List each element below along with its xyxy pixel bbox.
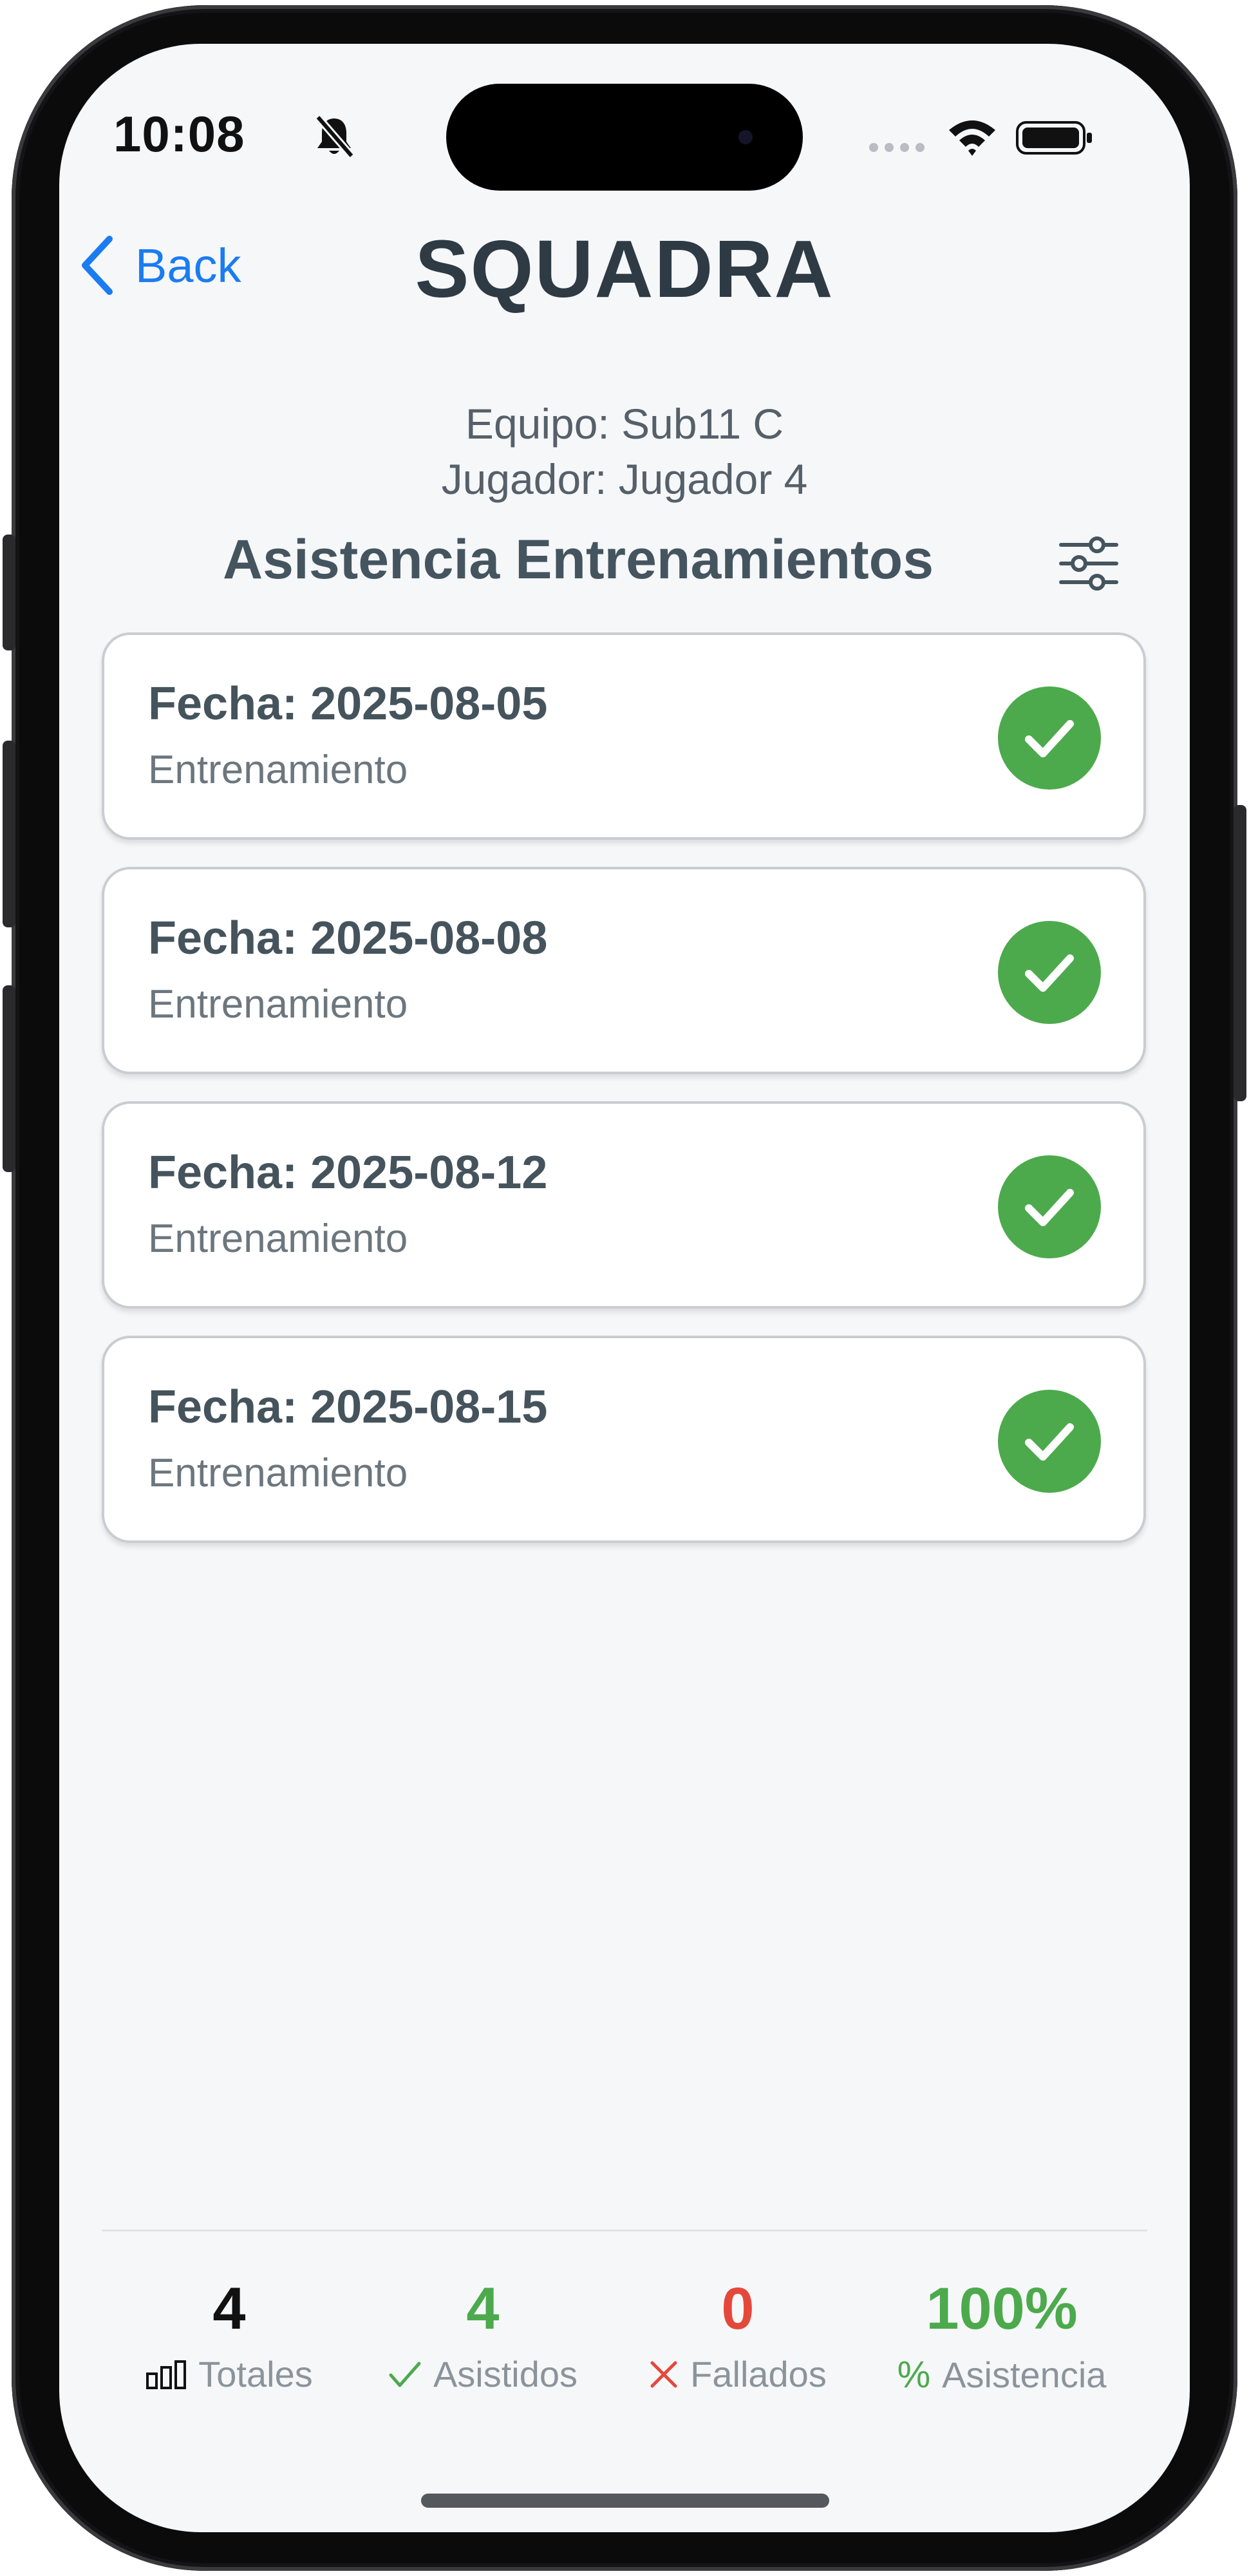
stat-label: Totales bbox=[198, 2354, 313, 2394]
team-label: Equipo: Sub11 C bbox=[465, 400, 784, 448]
player-label: Jugador: Jugador 4 bbox=[441, 455, 808, 503]
stat-total: 4 Totales bbox=[100, 2273, 358, 2395]
check-icon bbox=[998, 687, 1101, 790]
check-icon bbox=[998, 921, 1101, 1024]
battery-icon bbox=[1016, 121, 1092, 155]
stat-label: Asistidos bbox=[433, 2354, 578, 2394]
power-button bbox=[1234, 805, 1246, 1101]
session-card[interactable]: Fecha: 2025-08-08 Entrenamiento bbox=[102, 867, 1146, 1074]
x-icon bbox=[649, 2360, 679, 2389]
check-icon bbox=[388, 2360, 422, 2389]
stat-attendance: 100% % Asistencia bbox=[873, 2273, 1131, 2396]
volume-down-button bbox=[3, 985, 15, 1172]
stat-missed: 0 Fallados bbox=[609, 2273, 867, 2395]
session-date: Fecha: 2025-08-15 bbox=[148, 1381, 548, 1433]
session-type: Entrenamiento bbox=[148, 1451, 408, 1495]
bar-chart-icon bbox=[146, 2360, 187, 2389]
stat-value: 0 bbox=[721, 2276, 755, 2342]
bell-slash-icon bbox=[315, 115, 354, 158]
session-type: Entrenamiento bbox=[148, 1217, 408, 1261]
session-card[interactable]: Fecha: 2025-08-05 Entrenamiento bbox=[102, 632, 1146, 840]
session-date: Fecha: 2025-08-05 bbox=[148, 678, 548, 730]
page-title: SQUADRA bbox=[415, 223, 834, 314]
stat-value: 4 bbox=[212, 2276, 246, 2342]
check-icon bbox=[998, 1155, 1101, 1258]
section-title: Asistencia Entrenamientos bbox=[223, 529, 934, 591]
status-time: 10:08 bbox=[113, 106, 245, 162]
session-date: Fecha: 2025-08-12 bbox=[148, 1147, 548, 1198]
cellular-dots-icon bbox=[869, 143, 925, 152]
stat-value: 4 bbox=[466, 2276, 500, 2342]
session-card[interactable]: Fecha: 2025-08-15 Entrenamiento bbox=[102, 1336, 1146, 1543]
camera-icon bbox=[738, 130, 753, 144]
volume-up-button bbox=[3, 741, 15, 927]
sliders-icon[interactable] bbox=[1057, 535, 1120, 592]
action-button bbox=[3, 535, 15, 650]
percent-icon: % bbox=[897, 2354, 931, 2396]
footer-divider bbox=[102, 2230, 1147, 2231]
stat-label: Asistencia bbox=[942, 2354, 1107, 2395]
stat-label: Fallados bbox=[690, 2354, 827, 2394]
stat-attended: 4 Asistidos bbox=[354, 2273, 612, 2395]
session-date: Fecha: 2025-08-08 bbox=[148, 913, 548, 964]
home-indicator[interactable] bbox=[421, 2494, 829, 2508]
wifi-icon bbox=[949, 120, 995, 156]
session-type: Entrenamiento bbox=[148, 982, 408, 1027]
stat-value: 100% bbox=[926, 2276, 1078, 2342]
check-icon bbox=[998, 1390, 1101, 1493]
dynamic-island bbox=[446, 84, 803, 191]
session-type: Entrenamiento bbox=[148, 748, 408, 792]
session-card[interactable]: Fecha: 2025-08-12 Entrenamiento bbox=[102, 1101, 1146, 1309]
